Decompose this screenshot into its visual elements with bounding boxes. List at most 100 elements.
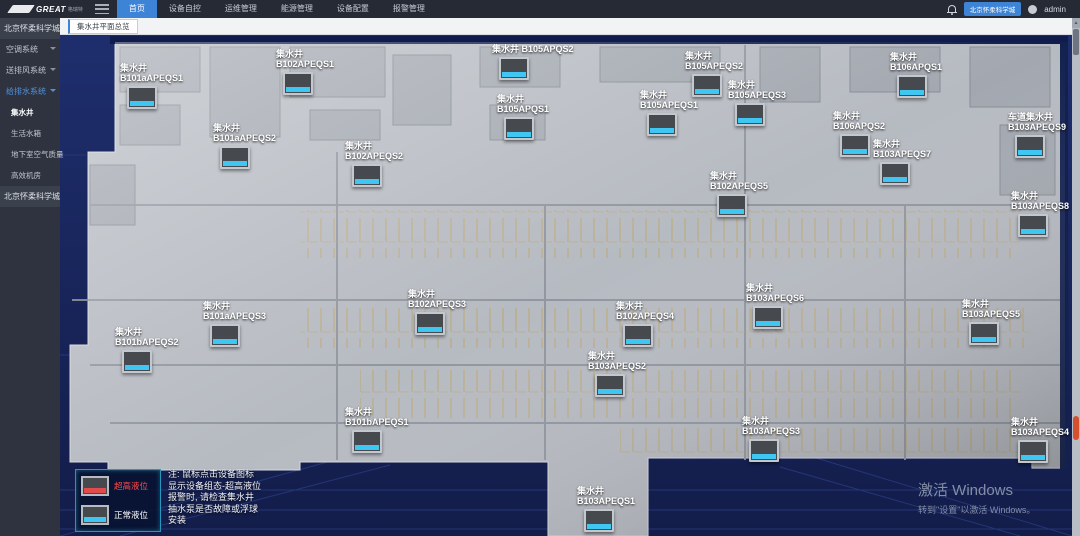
sump-well-icon[interactable] <box>595 374 625 397</box>
water-level-bar <box>752 454 776 459</box>
sump-well-icon[interactable] <box>210 324 240 347</box>
device-marker[interactable]: 集水井 B102APEQS2 <box>345 141 403 187</box>
device-marker[interactable]: 集水井 B101aAPEQS3 <box>203 301 266 347</box>
device-marker[interactable]: 集水井 B101aAPEQS1 <box>120 63 183 109</box>
nav-item[interactable]: 能源管理 <box>269 0 325 18</box>
sump-well-icon[interactable] <box>352 430 382 453</box>
nav-item[interactable]: 报警管理 <box>381 0 437 18</box>
sump-well-icon[interactable] <box>647 113 677 136</box>
device-title: 集水井 <box>492 44 519 54</box>
scrollbar-thumb[interactable] <box>1073 29 1079 55</box>
sump-well-icon[interactable] <box>283 72 313 95</box>
device-code: B105APEQS3 <box>728 90 786 100</box>
nav-item[interactable]: 运维管理 <box>213 0 269 18</box>
nav-item[interactable]: 设备配置 <box>325 0 381 18</box>
brand-logo: GREAT 格瑞特 <box>0 5 91 14</box>
device-marker[interactable]: 集水井 B103APEQS8 <box>1011 191 1069 237</box>
sump-well-icon[interactable] <box>504 117 534 140</box>
sump-well-icon[interactable] <box>127 86 157 109</box>
sidebar-group-header[interactable]: 北京怀柔科学城 <box>0 18 60 39</box>
sidebar-item[interactable]: 地下室空气质量 <box>0 144 60 165</box>
logo-text: GREAT <box>36 5 66 14</box>
sump-well-icon[interactable] <box>499 57 529 80</box>
sidebar-collapse-icon[interactable] <box>95 4 109 14</box>
nav-item[interactable]: 设备自控 <box>157 0 213 18</box>
device-marker[interactable]: 集水井 B101bAPEQS2 <box>115 327 179 373</box>
water-level-bar <box>738 118 762 123</box>
sump-well-icon[interactable] <box>897 75 927 98</box>
sidebar-group-header[interactable]: 北京怀柔科学城 <box>0 186 60 207</box>
sidebar-item[interactable]: 生活水箱 <box>0 123 60 144</box>
device-title: 集水井 <box>873 139 931 149</box>
sidebar-item[interactable]: 集水井 <box>0 102 60 123</box>
sump-well-icon[interactable] <box>584 509 614 532</box>
device-marker[interactable]: 集水井 B103APEQS7 <box>873 139 931 185</box>
device-marker[interactable]: 集水井 B105APQS1 <box>497 94 549 140</box>
device-code: B105APEQS2 <box>685 61 743 71</box>
sump-well-icon[interactable] <box>753 306 783 329</box>
sidebar-item[interactable]: 送排风系统 <box>0 60 60 81</box>
device-marker[interactable]: 集水井 B103APEQS1 <box>577 486 635 532</box>
water-level-bar <box>1021 229 1045 234</box>
device-marker[interactable]: 集水井 B101bAPEQS1 <box>345 407 409 453</box>
device-marker[interactable]: 集水井 B105APEQS3 <box>728 80 786 126</box>
sump-well-icon[interactable] <box>717 194 747 217</box>
device-marker[interactable]: 集水井 B102APEQS3 <box>408 289 466 335</box>
device-title: 集水井 <box>345 407 409 417</box>
device-marker[interactable]: 集水井 B105APQS2 <box>492 44 574 80</box>
username-label[interactable]: admin <box>1044 5 1066 14</box>
device-title: 集水井 <box>746 283 804 293</box>
device-marker[interactable]: 集水井 B102APEQS5 <box>710 171 768 217</box>
device-marker[interactable]: 集水井 B103APEQS6 <box>746 283 804 329</box>
sump-well-icon[interactable] <box>1015 135 1045 158</box>
device-title: 集水井 <box>616 301 674 311</box>
project-select-button[interactable]: 北京怀柔科学城 <box>964 2 1022 16</box>
sump-well-icon[interactable] <box>623 324 653 347</box>
water-level-bar <box>720 209 744 214</box>
sidebar-item[interactable]: 高效机房 <box>0 165 60 186</box>
device-marker[interactable]: 集水井 B103APEQS4 <box>1011 417 1069 463</box>
sump-well-icon[interactable] <box>220 146 250 169</box>
legend-note-line: 注: 鼠标点击设备图标 <box>168 469 261 481</box>
device-title: 车道集水井 <box>1008 112 1066 122</box>
device-marker[interactable]: 集水井 B106APQS1 <box>890 52 942 98</box>
notification-bell-icon[interactable] <box>947 4 957 15</box>
sidebar-item[interactable]: 空调系统 <box>0 39 60 60</box>
user-avatar[interactable] <box>1028 5 1037 14</box>
scrollbar-alert-marker <box>1073 416 1079 440</box>
device-marker[interactable]: 集水井 B102APEQS4 <box>616 301 674 347</box>
sump-well-icon[interactable] <box>749 439 779 462</box>
floorplan-drawing <box>60 35 1072 536</box>
nav-item[interactable]: 首页 <box>117 0 157 18</box>
device-marker[interactable]: 集水井 B101aAPEQS2 <box>213 123 276 169</box>
sump-well-icon[interactable] <box>735 103 765 126</box>
sump-well-icon[interactable] <box>1018 440 1048 463</box>
device-marker[interactable]: 集水井 B103APEQS5 <box>962 299 1020 345</box>
sump-well-icon[interactable] <box>1018 214 1048 237</box>
tab-sump-overview[interactable]: 集水井平面总览 <box>68 19 138 34</box>
sidebar-item[interactable]: 给排水系统 <box>0 81 60 102</box>
device-marker[interactable]: 车道集水井 B103APEQS9 <box>1008 112 1066 158</box>
device-code: B103APEQS5 <box>962 309 1020 319</box>
device-marker[interactable]: 集水井 B102APEQS1 <box>276 49 334 95</box>
device-marker[interactable]: 集水井 B103APEQS3 <box>742 416 800 462</box>
device-title: 集水井 <box>640 90 698 100</box>
device-marker[interactable]: 集水井 B103APEQS2 <box>588 351 646 397</box>
chevron-down-icon <box>50 47 56 50</box>
water-level-bar <box>355 179 379 184</box>
scrollbar-up-arrow[interactable]: ▲ <box>1072 18 1080 28</box>
device-marker[interactable]: 集水井 B105APEQS1 <box>640 90 698 136</box>
sump-well-icon[interactable] <box>122 350 152 373</box>
sump-well-icon[interactable] <box>880 162 910 185</box>
legend-panel: 超高液位正常液位 <box>75 469 161 532</box>
sump-well-icon[interactable] <box>415 312 445 335</box>
sump-well-icon[interactable] <box>969 322 999 345</box>
water-level-bar <box>213 339 237 344</box>
legend-item: 正常液位 <box>81 505 155 525</box>
vertical-scrollbar[interactable]: ▲ <box>1072 18 1080 536</box>
water-level-bar <box>587 524 611 529</box>
legend-level-icon <box>81 505 109 525</box>
water-level-bar <box>502 72 526 77</box>
sump-well-icon[interactable] <box>840 134 870 157</box>
sump-well-icon[interactable] <box>352 164 382 187</box>
